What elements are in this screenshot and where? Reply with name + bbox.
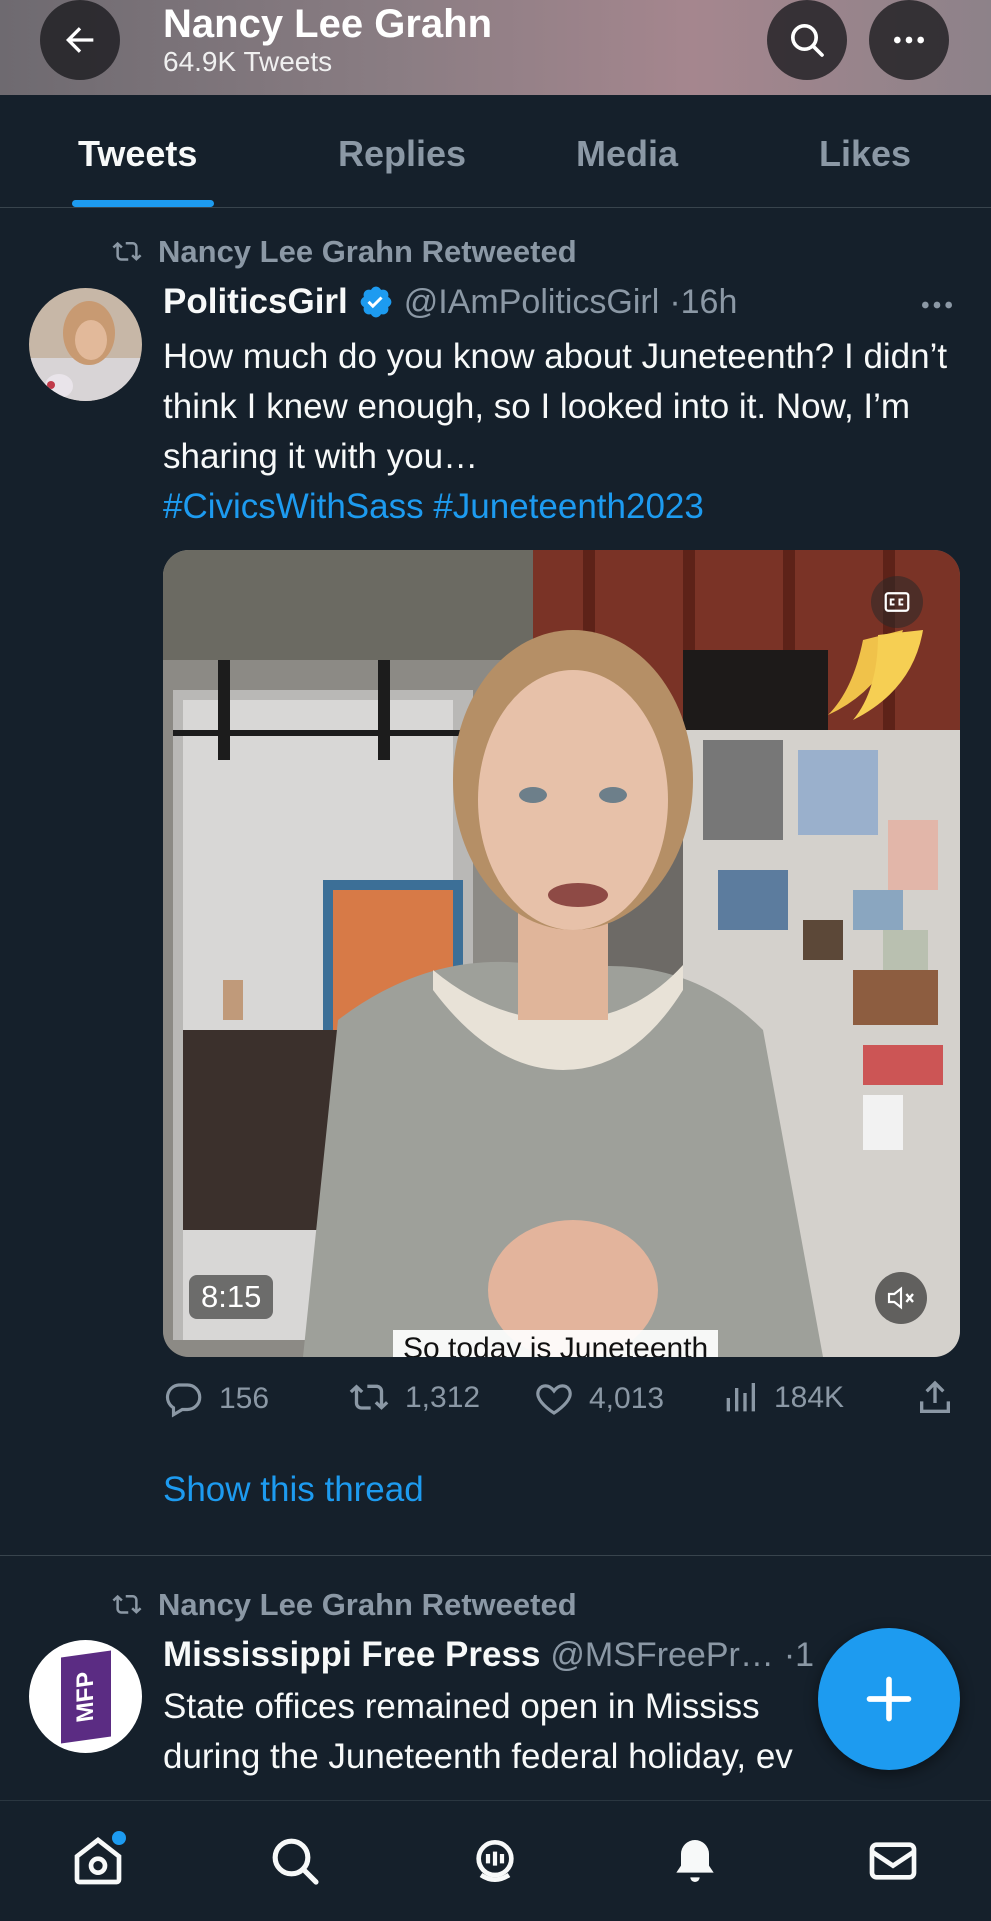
retweet-icon — [112, 1594, 142, 1614]
active-tab-indicator — [72, 200, 214, 207]
notification-dot — [112, 1831, 126, 1845]
retweet-label: Nancy Lee Grahn Retweeted — [158, 234, 577, 269]
closed-captions-icon — [884, 592, 910, 612]
notifications-icon — [676, 1840, 714, 1882]
retweet-label: Nancy Lee Grahn Retweeted — [158, 1587, 577, 1622]
retweet-button[interactable]: 1,312 — [347, 1378, 480, 1418]
tweet-body-line-1: State offices remained open in Mississ — [163, 1687, 760, 1726]
tab-replies[interactable]: Replies — [338, 133, 466, 175]
tweet-author-line-2: Mississippi Free Press @MSFreePr… ·1 — [163, 1635, 814, 1675]
like-button[interactable]: 4,013 — [533, 1378, 664, 1420]
search-icon — [791, 24, 824, 57]
bottom-navigation — [0, 1800, 991, 1921]
volume-muted-icon — [887, 1286, 914, 1310]
author-avatar-mfp[interactable]: MFP — [29, 1640, 142, 1753]
tweet-time[interactable]: ·1 — [784, 1636, 814, 1675]
retweet-icon — [112, 241, 142, 261]
mute-button[interactable] — [875, 1272, 927, 1324]
like-count: 4,013 — [589, 1382, 665, 1415]
compose-tweet-button[interactable] — [818, 1628, 960, 1770]
tweet-body-line-2: during the Juneteenth federal holiday, e… — [163, 1737, 793, 1776]
video-duration: 8:15 — [189, 1275, 274, 1319]
retweet-count: 1,312 — [405, 1381, 481, 1414]
nav-home[interactable] — [68, 1831, 128, 1891]
views-count: 184K — [774, 1381, 845, 1414]
messages-icon — [869, 1842, 917, 1880]
tweet-actions: 156 1,312 4,013 184K — [163, 1378, 963, 1428]
verified-badge-icon — [360, 286, 392, 318]
tweet-more-button[interactable] — [917, 290, 957, 325]
tab-tweets[interactable]: Tweets — [78, 133, 197, 175]
author-handle[interactable]: @IAmPoliticsGirl — [404, 283, 660, 322]
tweet-text: How much do you know about Juneteenth? I… — [163, 332, 953, 532]
search-button[interactable] — [767, 0, 847, 80]
avatar-photo — [29, 288, 142, 401]
tweet-author-line: PoliticsGirl @IAmPoliticsGirl ·16h — [163, 282, 737, 322]
views-button[interactable]: 184K — [720, 1378, 844, 1418]
more-horizontal-icon — [922, 301, 952, 309]
video-subtitle: So today is Juneteenth — [393, 1330, 719, 1357]
reply-count: 156 — [219, 1382, 270, 1415]
heart-icon — [536, 1384, 572, 1415]
tweet-divider — [0, 1555, 991, 1556]
tab-media[interactable]: Media — [576, 133, 678, 175]
profile-header: Nancy Lee Grahn 64.9K Tweets — [0, 0, 991, 95]
spaces-icon — [476, 1840, 514, 1882]
reply-icon — [165, 1383, 202, 1418]
author-handle[interactable]: @MSFreePr… — [550, 1636, 773, 1675]
nav-messages[interactable] — [863, 1831, 923, 1891]
reply-button[interactable]: 156 — [163, 1378, 269, 1420]
retweet-context-2: Nancy Lee Grahn Retweeted — [110, 1587, 577, 1623]
author-name[interactable]: Mississippi Free Press — [163, 1635, 540, 1675]
show-thread-link[interactable]: Show this thread — [163, 1470, 424, 1510]
profile-name: Nancy Lee Grahn — [163, 2, 493, 46]
nav-search[interactable] — [265, 1831, 325, 1891]
retweet-context: Nancy Lee Grahn Retweeted — [110, 234, 577, 270]
tab-likes[interactable]: Likes — [819, 133, 911, 175]
views-icon — [726, 1383, 755, 1412]
author-avatar[interactable] — [29, 288, 142, 401]
tweet-count: 64.9K Tweets — [163, 46, 333, 77]
author-name[interactable]: PoliticsGirl — [163, 282, 348, 322]
tweet-video[interactable]: 8:15 So today is Juneteenth — [163, 550, 960, 1357]
captions-button[interactable] — [871, 576, 923, 628]
share-icon — [920, 1380, 950, 1413]
search-icon — [272, 1838, 319, 1885]
more-horizontal-icon — [894, 36, 924, 44]
nav-spaces[interactable] — [465, 1831, 525, 1891]
tweet-hashtags[interactable]: #CivicsWithSass #Juneteenth2023 — [163, 487, 704, 526]
tweet-text-2: State offices remained open in Mississ d… — [163, 1682, 843, 1782]
share-button[interactable] — [915, 1378, 955, 1418]
video-frame — [163, 550, 960, 1357]
arrow-left-icon — [66, 27, 94, 53]
tweet-time[interactable]: ·16h — [669, 283, 737, 322]
more-button[interactable] — [869, 0, 949, 80]
nav-notifications[interactable] — [665, 1831, 725, 1891]
tweet-body: How much do you know about Juneteenth? I… — [163, 337, 948, 476]
retweet-icon — [349, 1384, 389, 1410]
plus-icon — [866, 1676, 912, 1722]
back-button[interactable] — [40, 0, 120, 80]
profile-tabs: Tweets Replies Media Likes — [0, 95, 991, 208]
mfp-logo: MFP — [60, 1649, 111, 1744]
